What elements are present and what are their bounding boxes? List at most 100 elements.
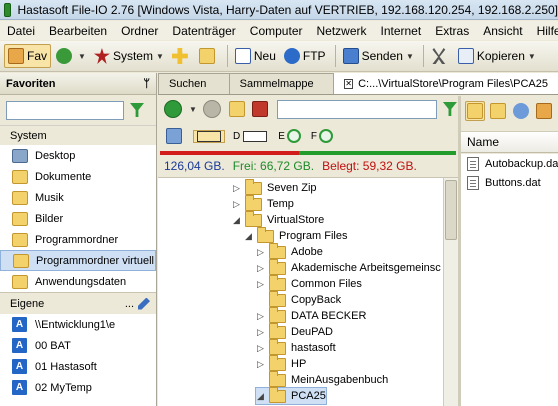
kopieren-label: Kopieren (476, 49, 525, 63)
file-row[interactable]: Buttons.dat (461, 173, 558, 192)
tree-row-program-files[interactable]: ◢ Program Files (244, 226, 347, 244)
expand-icon[interactable]: ▷ (256, 343, 265, 354)
tree-row-deupad[interactable]: ▷ DeuPAD (256, 322, 333, 340)
system-button[interactable]: System ▼ (91, 44, 167, 68)
menu-hilfe[interactable]: Hilfe (530, 24, 558, 38)
search-view-button[interactable] (511, 101, 531, 121)
tab-sammelmappe[interactable]: Sammelmappe (228, 73, 334, 94)
expand-icon[interactable]: ▷ (232, 183, 241, 194)
scrollbar-thumb[interactable] (445, 180, 457, 240)
tree-row-label: VirtualStore (267, 214, 325, 226)
forward-arrow-icon[interactable] (202, 100, 221, 118)
details-view-button[interactable] (534, 101, 554, 121)
favorites-search-input[interactable] (6, 100, 124, 120)
folder-view-button[interactable] (488, 101, 508, 121)
menu-ansicht[interactable]: Ansicht (476, 24, 529, 38)
filter-icon[interactable] (442, 102, 457, 116)
expand-icon[interactable]: ▷ (232, 199, 241, 210)
folder-up-icon[interactable] (228, 101, 245, 117)
tab-label: C:...\VirtualStore\Program Files\PCA25 (358, 77, 548, 90)
chevron-down-icon: ▼ (155, 51, 164, 61)
tree-row-adobe[interactable]: ▷ Adobe (256, 242, 323, 260)
tree-row-virtualstore[interactable]: ◢ VirtualStore (232, 210, 325, 228)
fav-button[interactable]: Fav (4, 44, 52, 68)
menu-computer[interactable]: Computer (243, 24, 310, 38)
history-icon (56, 48, 73, 64)
senden-button[interactable]: Senden ▼ (340, 44, 417, 68)
menu-datei[interactable]: Datei (0, 24, 42, 38)
eigene-item[interactable]: A 01 Hastasoft (0, 356, 156, 377)
name-column-header[interactable]: Name (461, 131, 558, 153)
close-icon[interactable]: ✕ (344, 78, 354, 89)
path-input[interactable] (276, 99, 437, 119)
expand-icon[interactable]: ▷ (256, 359, 265, 370)
folder-icon (269, 242, 286, 259)
expand-icon[interactable]: ▷ (256, 279, 265, 290)
documents-icon (12, 169, 28, 184)
kopieren-button[interactable]: Kopieren ▼ (455, 44, 539, 68)
file-row[interactable]: Autobackup.dat (461, 154, 558, 173)
fav-item-programmordner[interactable]: Programmordner (0, 229, 156, 250)
home-icon[interactable] (251, 101, 268, 117)
drive-network[interactable] (166, 128, 185, 144)
drive-f[interactable]: F (311, 129, 335, 143)
tree-row-akademische[interactable]: ▷ Akademische Arbeitsgemeinsc (256, 258, 441, 276)
tree-view-button[interactable] (465, 101, 485, 121)
tree-row-common-files[interactable]: ▷ Common Files (256, 274, 362, 292)
menu-extras[interactable]: Extras (428, 24, 476, 38)
collapse-icon[interactable]: ◢ (256, 391, 265, 402)
tree-row-temp[interactable]: ▷ Temp (232, 194, 294, 212)
menu-bearbeiten[interactable]: Bearbeiten (42, 24, 114, 38)
tree-row-meinausgabenbuch[interactable]: MeinAusgabenbuch (256, 370, 388, 388)
neu-button[interactable]: Neu (232, 44, 279, 68)
fav-item-desktop[interactable]: Desktop (0, 145, 156, 166)
expand-icon[interactable]: ▷ (256, 263, 265, 274)
collapse-icon[interactable]: ◢ (244, 231, 253, 242)
music-icon (12, 190, 28, 205)
tree-scrollbar[interactable] (443, 178, 458, 406)
fav-item-bilder[interactable]: Bilder (0, 208, 156, 229)
toolbar-divider (226, 45, 228, 67)
chevron-down-icon[interactable]: ▼ (189, 105, 197, 114)
eigene-item[interactable]: A 02 MyTemp (0, 377, 156, 398)
menu-netzwerk[interactable]: Netzwerk (309, 24, 373, 38)
add-button[interactable] (169, 44, 194, 68)
tree-row-hastasoft[interactable]: ▷ hastasoft (256, 338, 336, 356)
tree-row-data-becker[interactable]: ▷ DATA BECKER (256, 306, 366, 324)
folder-open-button[interactable] (196, 44, 221, 68)
fav-item-anwendungsdaten[interactable]: Anwendungsdaten (0, 271, 156, 292)
drive-d[interactable]: D (233, 130, 270, 142)
ftp-button[interactable]: FTP (281, 44, 329, 68)
menu-internet[interactable]: Internet (374, 24, 429, 38)
tree-row-seven-zip[interactable]: ▷ Seven Zip (232, 178, 317, 196)
expand-icon[interactable]: ▷ (256, 327, 265, 338)
eigene-item[interactable]: A 00 BAT (0, 335, 156, 356)
eigene-item-label: 01 Hastasoft (35, 360, 97, 373)
drive-e[interactable]: E (278, 129, 303, 143)
eigene-edit-button[interactable]: ... (125, 297, 150, 310)
menu-ordner[interactable]: Ordner (114, 24, 165, 38)
tree-row-hp[interactable]: ▷ HP (256, 354, 306, 372)
expand-icon[interactable]: ▷ (256, 311, 265, 322)
tree-row-copyback[interactable]: CopyBack (256, 290, 341, 308)
expand-icon[interactable]: ▷ (256, 247, 265, 258)
favorites-search-row (0, 95, 156, 125)
cut-button[interactable] (428, 44, 453, 68)
tree-row-pca25[interactable]: ◢ PCA25 (255, 386, 327, 405)
back-arrow-icon[interactable] (164, 100, 182, 118)
drive-c[interactable] (193, 129, 225, 143)
filter-icon[interactable] (130, 103, 144, 117)
collapse-icon[interactable]: ◢ (232, 215, 241, 226)
history-button[interactable]: ▼ (53, 44, 89, 68)
ftp-label: FTP (302, 49, 326, 63)
fav-item-musik[interactable]: Musik (0, 187, 156, 208)
menu-datentraeger[interactable]: Datenträger (165, 24, 242, 38)
system-star-icon (93, 48, 110, 64)
tab-suchen[interactable]: Suchen (158, 73, 230, 94)
fav-item-programmordner-virtuell[interactable]: Programmordner virtuell (0, 250, 156, 271)
pin-icon[interactable]: ᛘ (143, 78, 150, 90)
desktop-icon (12, 148, 28, 163)
eigene-item[interactable]: A \\Entwicklung1\e (0, 314, 156, 335)
fav-item-dokumente[interactable]: Dokumente (0, 166, 156, 187)
tab-pca25[interactable]: ✕ C:...\VirtualStore\Program Files\PCA25 (333, 73, 558, 94)
